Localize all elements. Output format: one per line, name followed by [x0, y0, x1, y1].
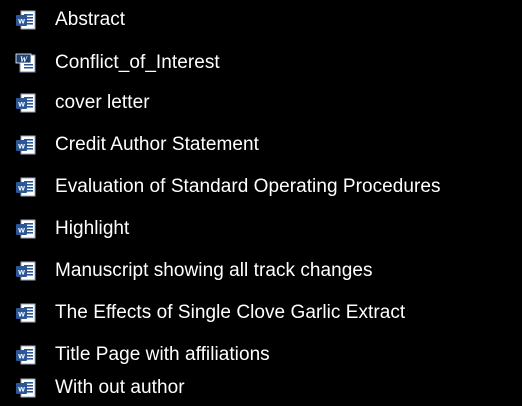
file-name: Conflict_of_Interest: [55, 52, 220, 73]
word-document-icon: w: [15, 176, 37, 198]
file-name: Title Page with affiliations: [55, 344, 270, 365]
file-row[interactable]: w Evaluation of Standard Operating Proce…: [0, 169, 522, 205]
file-name: Evaluation of Standard Operating Procedu…: [55, 176, 441, 197]
file-row[interactable]: w With out author: [0, 370, 522, 406]
file-row[interactable]: w Manuscript showing all track changes: [0, 253, 522, 289]
file-row[interactable]: W Conflict_of_Interest: [0, 45, 522, 81]
svg-text:w: w: [17, 351, 25, 361]
file-name: Abstract: [55, 9, 126, 30]
file-name: Manuscript showing all track changes: [55, 260, 373, 281]
file-row[interactable]: w The Effects of Single Clove Garlic Ext…: [0, 295, 522, 331]
word-document-icon: w: [15, 302, 37, 324]
word-document-icon: w: [15, 218, 37, 240]
word-document-icon: w: [15, 260, 37, 282]
file-row[interactable]: w Credit Author Statement: [0, 127, 522, 163]
word-legacy-document-icon: W: [15, 52, 37, 74]
svg-text:w: w: [17, 267, 25, 277]
file-name: Credit Author Statement: [55, 134, 259, 155]
file-list: w Abstract W Conflict_of_Interest w cove…: [0, 0, 522, 406]
file-name: With out author: [55, 377, 185, 398]
svg-text:w: w: [17, 16, 25, 26]
svg-text:w: w: [17, 309, 25, 319]
file-row[interactable]: w Abstract: [0, 2, 522, 38]
file-name: The Effects of Single Clove Garlic Extra…: [55, 302, 406, 323]
svg-text:w: w: [17, 384, 25, 394]
word-document-icon: w: [15, 9, 37, 31]
file-row[interactable]: w Title Page with affiliations: [0, 337, 522, 373]
svg-text:w: w: [17, 183, 25, 193]
word-document-icon: w: [15, 92, 37, 114]
file-row[interactable]: w cover letter: [0, 85, 522, 121]
svg-text:w: w: [17, 141, 25, 151]
svg-text:w: w: [17, 99, 25, 109]
file-name: cover letter: [55, 92, 150, 113]
svg-text:w: w: [17, 225, 25, 235]
file-row[interactable]: w Highlight: [0, 211, 522, 247]
word-document-icon: w: [15, 344, 37, 366]
word-document-icon: w: [15, 377, 37, 399]
file-name: Highlight: [55, 218, 130, 239]
word-document-icon: w: [15, 134, 37, 156]
